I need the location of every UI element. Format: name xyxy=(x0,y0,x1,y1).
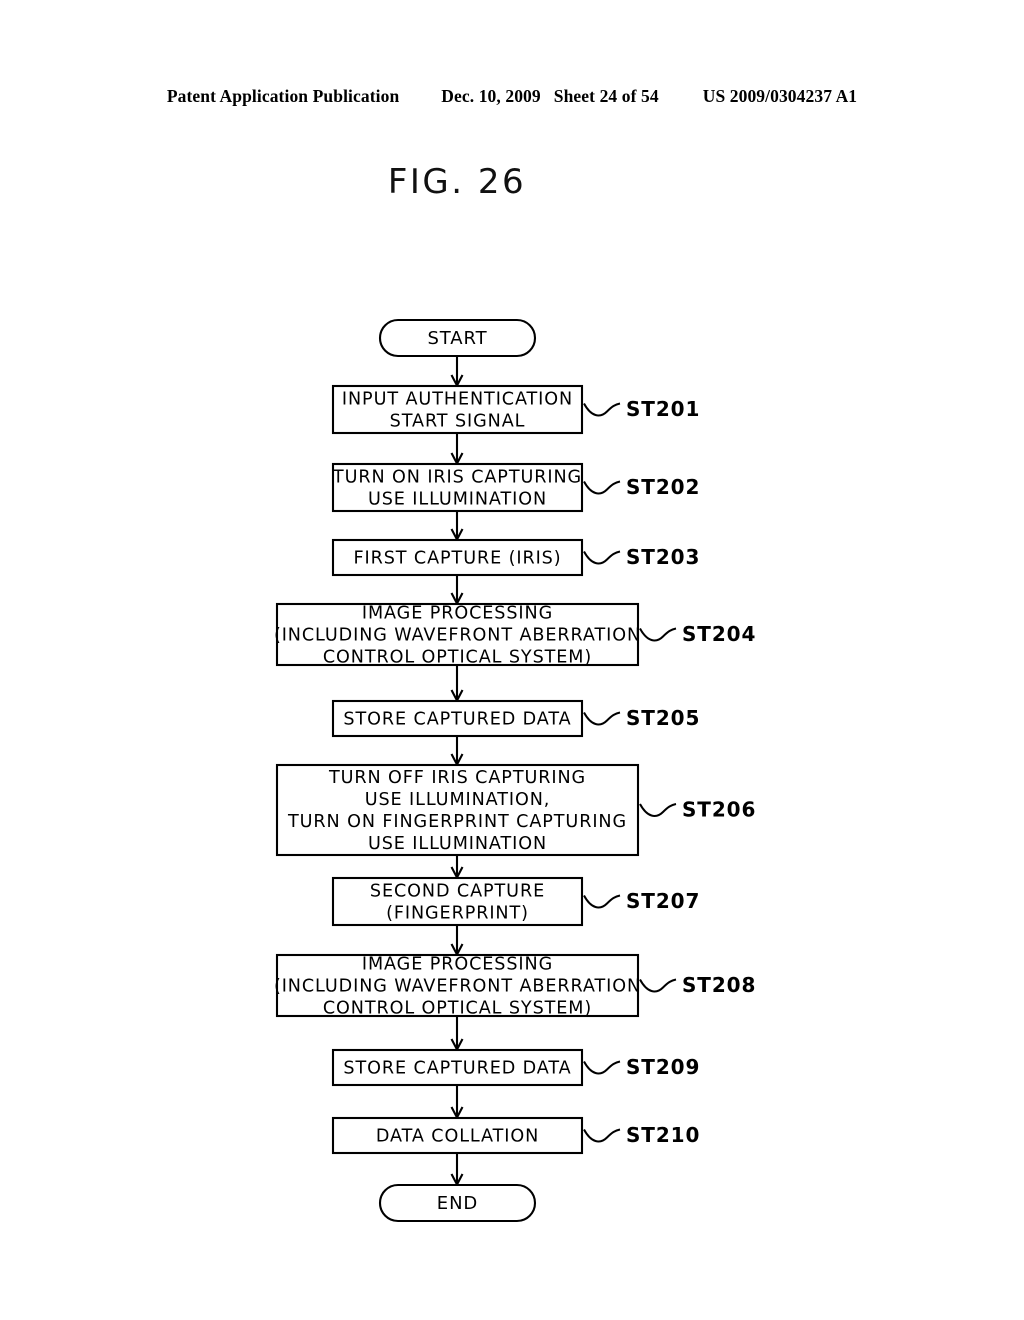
flow-connector-6 xyxy=(450,855,464,880)
flow-step-st203-ref: ST203 xyxy=(626,545,700,569)
flow-step-st208-line-2: CONTROL OPTICAL SYSTEM) xyxy=(323,999,592,1019)
flow-step-st206-ref: ST206 xyxy=(682,798,756,822)
flow-step-st203-line-0: FIRST CAPTURE (IRIS) xyxy=(353,549,561,569)
flow-connector-1 xyxy=(450,433,464,466)
flow-step-st210-line-0: DATA COLLATION xyxy=(376,1127,539,1147)
flow-step-st210-leader xyxy=(583,1128,621,1143)
flow-terminal-end: END xyxy=(378,1183,537,1223)
flow-step-st209-line-0: STORE CAPTURED DATA xyxy=(343,1059,571,1079)
flow-step-st204-leader xyxy=(639,627,677,642)
flow-step-st203-leader xyxy=(583,550,621,565)
flow-connector-4 xyxy=(450,665,464,703)
flow-step-st207-line-1: (FINGERPRINT) xyxy=(386,904,529,924)
flow-step-st206: TURN OFF IRIS CAPTURINGUSE ILLUMINATION,… xyxy=(275,763,640,857)
flow-step-st209-leader xyxy=(583,1060,621,1075)
flow-step-st206-line-3: USE ILLUMINATION xyxy=(368,834,547,854)
flow-step-st208-ref: ST208 xyxy=(682,973,756,997)
flow-step-st202-line-1: USE ILLUMINATION xyxy=(368,490,547,510)
flow-step-st204-line-1: (INCLUDING WAVEFRONT ABERRATION xyxy=(274,626,641,646)
flow-step-st201: INPUT AUTHENTICATIONSTART SIGNAL xyxy=(331,384,584,435)
flow-step-st205-leader xyxy=(583,711,621,726)
flow-step-st207-leader xyxy=(583,894,621,909)
flow-connector-end xyxy=(450,1153,464,1187)
flow-step-st203: FIRST CAPTURE (IRIS) xyxy=(331,538,584,577)
flow-connector-3 xyxy=(450,575,464,606)
flow-step-st201-line-1: START SIGNAL xyxy=(390,412,526,432)
flow-step-st204-ref: ST204 xyxy=(682,622,756,646)
flow-step-st210: DATA COLLATION xyxy=(331,1116,584,1155)
flow-step-st204-line-0: IMAGE PROCESSING xyxy=(362,604,553,624)
flowchart-diagram: START INPUT AUTHENTICATIONSTART SIGNAL ST2… xyxy=(274,318,756,1223)
flow-step-st204-line-2: CONTROL OPTICAL SYSTEM) xyxy=(323,648,592,668)
flow-step-st202-ref: ST202 xyxy=(626,475,700,499)
flow-step-st202: TURN ON IRIS CAPTURINGUSE ILLUMINATION xyxy=(332,462,584,513)
flow-step-st205-ref: ST205 xyxy=(626,706,700,730)
flow-step-st202-line-0: TURN ON IRIS CAPTURING xyxy=(332,468,582,488)
flow-connector-7 xyxy=(450,925,464,957)
flow-step-st208-leader xyxy=(639,978,677,993)
flow-step-st206-line-0: TURN OFF IRIS CAPTURING xyxy=(328,768,586,788)
flow-connector-8 xyxy=(450,1016,464,1052)
flow-connector-9 xyxy=(450,1085,464,1120)
flow-terminal-start: START xyxy=(378,318,537,358)
flow-step-st210-ref: ST210 xyxy=(626,1123,700,1147)
flow-step-st207: SECOND CAPTURE(FINGERPRINT) xyxy=(331,876,584,927)
flow-terminal-end-label: END xyxy=(437,1193,478,1214)
flow-connector-2 xyxy=(450,511,464,542)
flow-terminal-start-label: START xyxy=(427,328,487,349)
flow-step-st208: IMAGE PROCESSING(INCLUDING WAVEFRONT ABE… xyxy=(274,953,641,1019)
flow-step-st201-ref: ST201 xyxy=(626,397,700,421)
flow-step-st207-line-0: SECOND CAPTURE xyxy=(370,882,545,902)
flow-step-st207-ref: ST207 xyxy=(626,889,700,913)
flow-step-st208-line-1: (INCLUDING WAVEFRONT ABERRATION xyxy=(274,977,641,997)
flow-step-st202-leader xyxy=(583,480,621,495)
flow-connector-5 xyxy=(450,736,464,767)
flow-step-st209: STORE CAPTURED DATA xyxy=(331,1048,584,1087)
flow-step-st206-leader xyxy=(639,803,677,817)
flow-step-st208-line-0: IMAGE PROCESSING xyxy=(362,955,553,975)
flow-connector-0 xyxy=(450,356,464,388)
flow-step-st201-leader xyxy=(583,402,621,417)
flow-step-st204: IMAGE PROCESSING(INCLUDING WAVEFRONT ABE… xyxy=(274,602,641,668)
flow-step-st206-line-1: USE ILLUMINATION, xyxy=(365,790,551,810)
flow-step-st205: STORE CAPTURED DATA xyxy=(331,699,584,738)
flow-step-st206-line-2: TURN ON FINGERPRINT CAPTURING xyxy=(287,812,627,832)
flow-step-st205-line-0: STORE CAPTURED DATA xyxy=(343,710,571,730)
flow-step-st201-line-0: INPUT AUTHENTICATION xyxy=(342,390,573,410)
flow-step-st209-ref: ST209 xyxy=(626,1055,700,1079)
